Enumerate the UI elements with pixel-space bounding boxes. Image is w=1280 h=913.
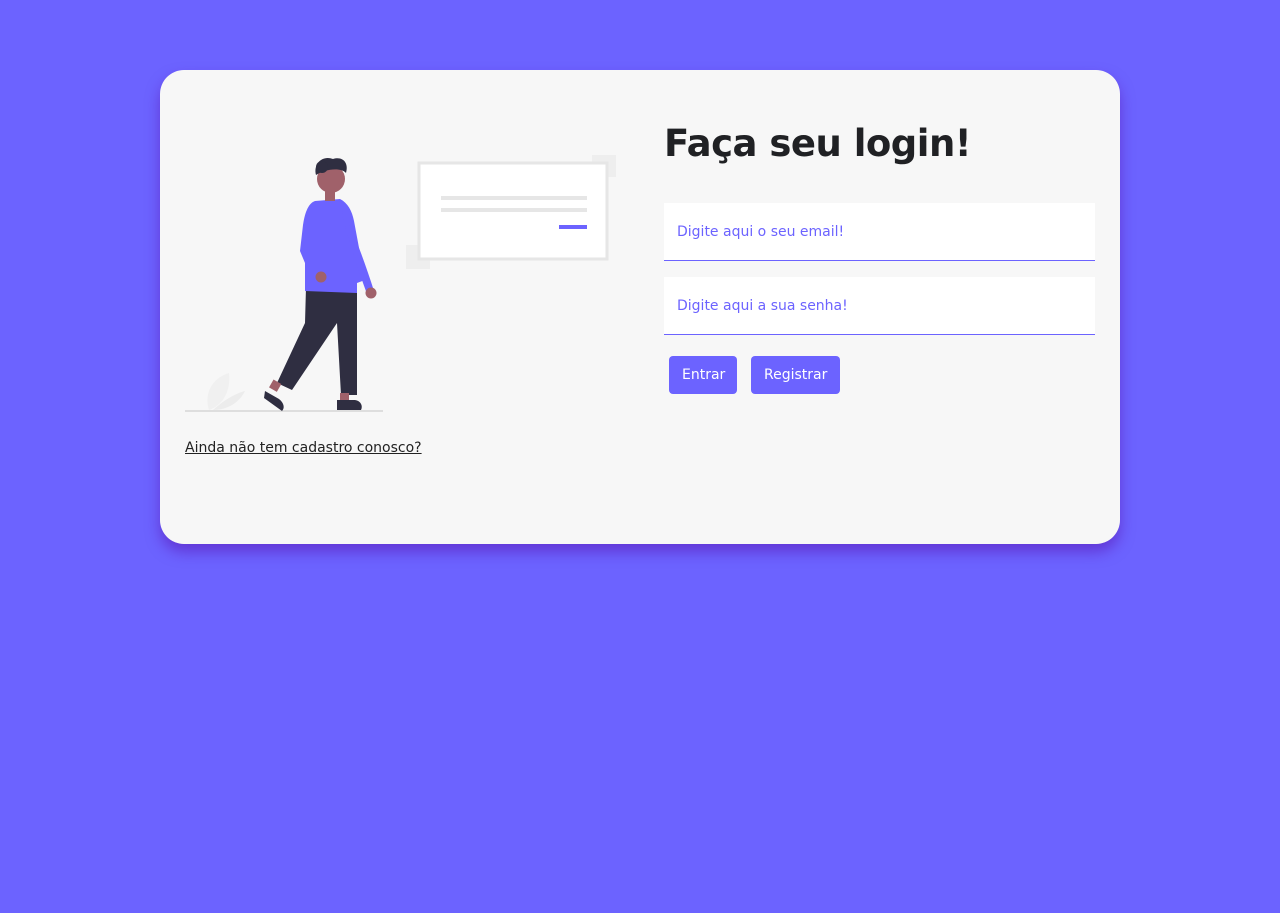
person-walking-illustration [185, 155, 616, 412]
login-card: Ainda não tem cadastro conosco? Faça seu… [160, 70, 1120, 544]
password-field[interactable] [664, 277, 1095, 335]
signup-link[interactable]: Ainda não tem cadastro conosco? [185, 440, 422, 456]
email-field[interactable] [664, 203, 1095, 261]
page-title: Faça seu login! [664, 122, 972, 165]
login-button[interactable]: Entrar [669, 356, 737, 394]
register-button[interactable]: Registrar [751, 356, 840, 394]
